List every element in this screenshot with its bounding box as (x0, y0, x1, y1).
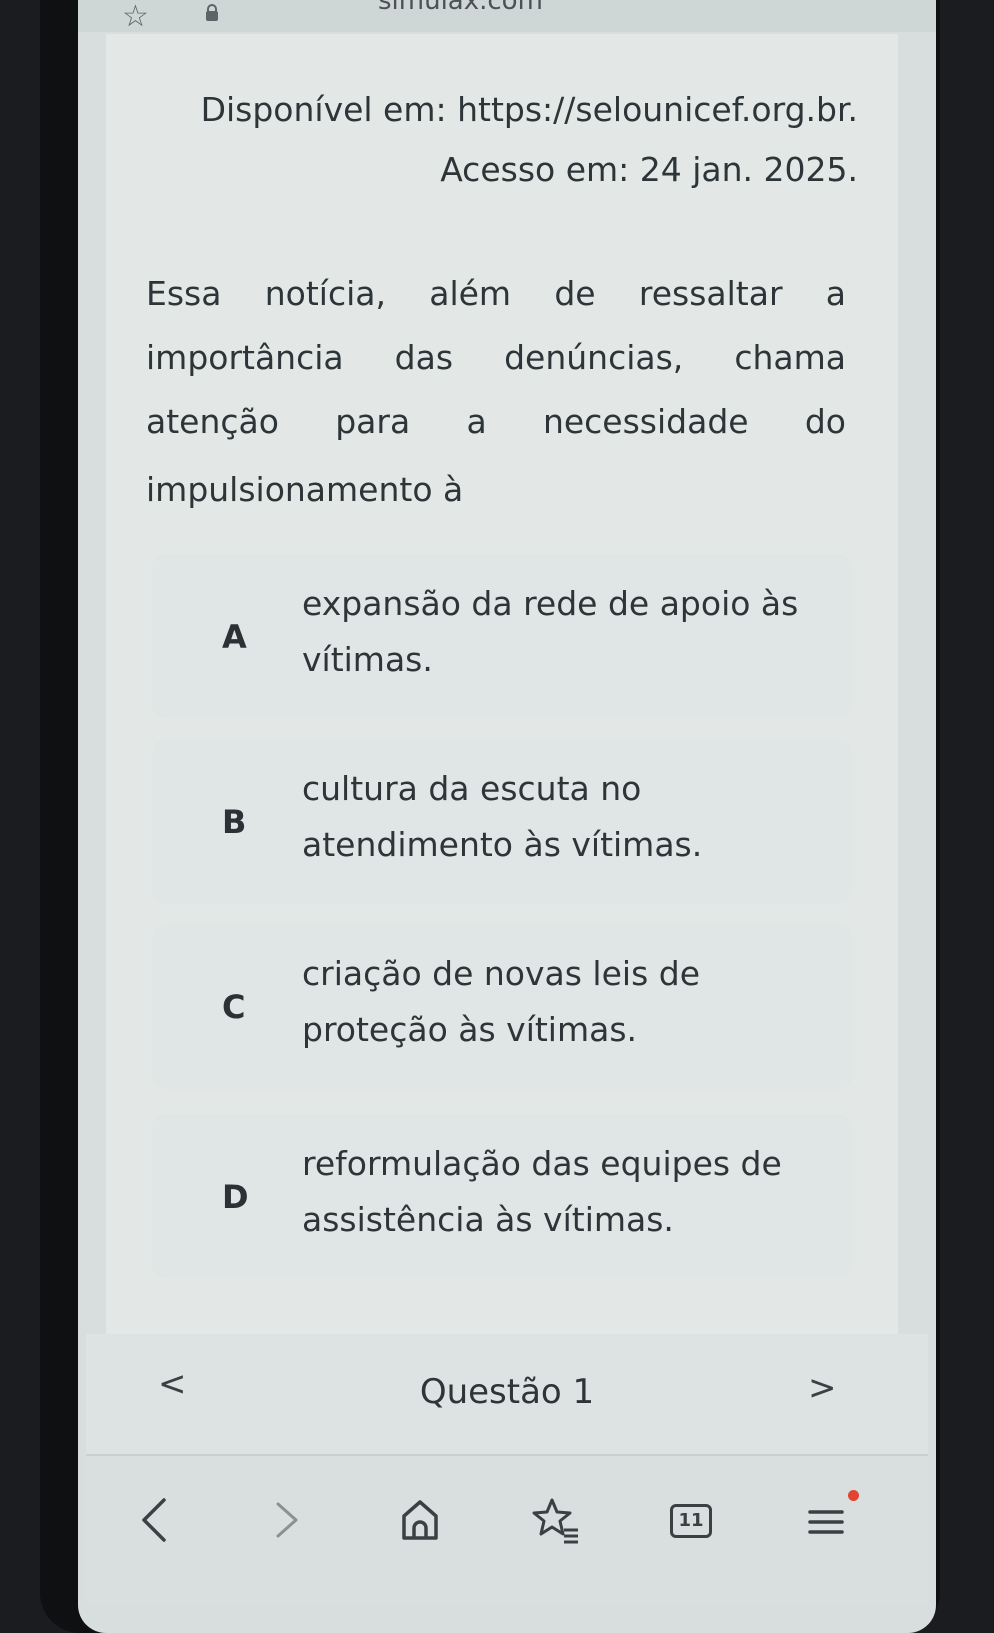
question-page: Disponível em: https://selounicef.org.br… (106, 34, 898, 1334)
source-accessed-on: Acesso em: 24 jan. 2025. (440, 150, 858, 189)
option-text: expansão da rede de apoio às vítimas. (302, 584, 799, 679)
option-letter: C (222, 987, 246, 1026)
address-bar-url[interactable]: simulax.com (378, 0, 543, 16)
source-available-at: Disponível em: https://selounicef.org.br… (200, 90, 858, 129)
back-arrow-icon[interactable] (126, 1490, 186, 1550)
bookmarks-icon[interactable] (526, 1490, 586, 1550)
next-question-button[interactable]: > (808, 1368, 837, 1408)
question-line-3: atenção para a necessidade do (146, 402, 846, 441)
question-line-4: impulsionamento à (146, 470, 464, 509)
option-text: cultura da escuta no atendimento às víti… (302, 769, 703, 864)
tabs-icon[interactable]: 11 (660, 1490, 720, 1550)
option-b[interactable]: B cultura da escuta no atendimento às ví… (152, 739, 852, 904)
question-number-label: Questão 1 (419, 1372, 595, 1412)
browser-screen: ☆ simulax.com Disponível em: https://sel… (78, 0, 936, 1633)
question-line-1: Essa notícia, além de ressaltar a (146, 274, 846, 313)
browser-top-bar: ☆ simulax.com (78, 0, 936, 32)
question-navigation: < Questão 1 > (86, 1334, 928, 1456)
option-letter: D (222, 1177, 249, 1216)
bookmark-star-icon[interactable]: ☆ (122, 2, 149, 32)
question-line-2: importância das denúncias, chama (146, 338, 846, 377)
home-icon[interactable] (390, 1490, 450, 1550)
forward-arrow-icon[interactable] (256, 1490, 316, 1550)
browser-bottom-bar: 11 (86, 1456, 928, 1606)
option-letter: A (222, 617, 247, 656)
menu-icon[interactable] (796, 1490, 859, 1550)
option-d[interactable]: D reformulação das equipes de assistênci… (152, 1114, 852, 1279)
option-text: criação de novas leis de proteção às vít… (302, 954, 700, 1049)
option-c[interactable]: C criação de novas leis de proteção às v… (152, 924, 852, 1089)
option-text: reformulação das equipes de assistência … (302, 1144, 782, 1239)
option-letter: B (222, 802, 247, 841)
notification-dot (848, 1490, 859, 1501)
tab-count: 11 (670, 1504, 712, 1538)
lock-icon (206, 4, 218, 21)
option-a[interactable]: A expansão da rede de apoio às vítimas. (152, 554, 852, 719)
